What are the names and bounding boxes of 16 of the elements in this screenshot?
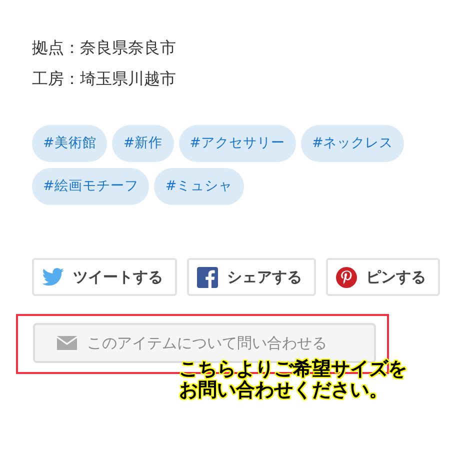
bird-icon	[42, 268, 64, 286]
share-button[interactable]: ツイートする	[32, 258, 177, 296]
annotation-text: お問い合わせください。	[179, 380, 388, 401]
facebook-icon	[197, 266, 218, 288]
hashtag-link[interactable]: #ミュシャ	[154, 168, 244, 205]
hashtag-link[interactable]: #絵画モチーフ	[32, 168, 150, 205]
location-text: 拠点：奈良県奈良市	[32, 37, 177, 59]
pin-icon	[336, 266, 357, 288]
hashtag-link[interactable]: #アクセサリー	[178, 125, 296, 162]
hashtag-link[interactable]: #美術館	[32, 125, 108, 162]
hashtag-link[interactable]: #新作	[112, 125, 174, 162]
share-button[interactable]: ピンする	[326, 258, 440, 296]
hashtag-link[interactable]: #ネックレス	[300, 125, 404, 162]
location-text: 工房：埼玉県川越市	[32, 68, 177, 90]
mail-icon	[57, 336, 77, 350]
share-button[interactable]: シェアする	[187, 258, 316, 296]
